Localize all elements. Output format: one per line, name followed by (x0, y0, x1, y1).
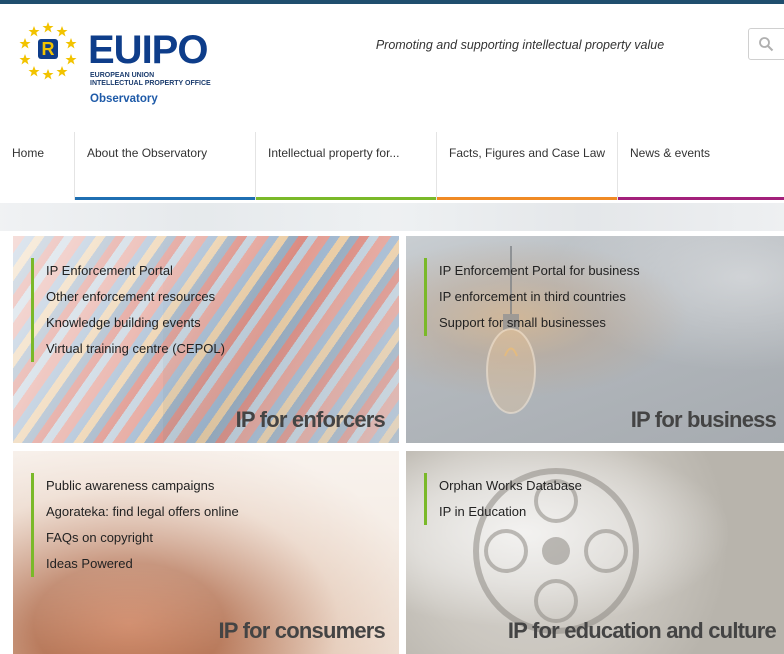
main-nav: Home About the Observatory Intellectual … (0, 132, 784, 200)
link-enforcement-portal-business[interactable]: IP Enforcement Portal for business (439, 258, 640, 284)
tile-heading[interactable]: IP for enforcers (236, 407, 386, 433)
link-other-enforcement-resources[interactable]: Other enforcement resources (46, 284, 225, 310)
tile-heading[interactable]: IP for business (631, 407, 777, 433)
nav-underline (256, 197, 436, 200)
logo-observatory: Observatory (90, 93, 158, 105)
nav-item-ip-for[interactable]: Intellectual property for... (256, 132, 437, 200)
search-button[interactable] (748, 28, 784, 60)
tile-links: Public awareness campaigns Agorateka: fi… (31, 473, 239, 577)
logo-wordmark: EUIPO (88, 28, 208, 72)
link-orphan-works-database[interactable]: Orphan Works Database (439, 473, 582, 499)
logo-subtitle-line1: EUROPEAN UNION (90, 72, 155, 79)
tile-links: IP Enforcement Portal Other enforcement … (31, 258, 225, 362)
link-agorateka[interactable]: Agorateka: find legal offers online (46, 499, 239, 525)
eu-stars-icon: R (19, 22, 77, 80)
nav-underline (618, 197, 784, 200)
tile-ip-for-education-culture[interactable]: Orphan Works Database IP in Education IP… (406, 451, 784, 654)
tile-ip-for-business[interactable]: IP Enforcement Portal for business IP en… (406, 236, 784, 443)
link-faqs-copyright[interactable]: FAQs on copyright (46, 525, 239, 551)
tile-heading[interactable]: IP for education and culture (508, 618, 777, 644)
link-ideas-powered[interactable]: Ideas Powered (46, 551, 239, 577)
nav-underline (0, 197, 74, 200)
link-public-awareness-campaigns[interactable]: Public awareness campaigns (46, 473, 239, 499)
nav-item-news[interactable]: News & events (618, 132, 784, 200)
site-tagline: Promoting and supporting intellectual pr… (375, 38, 665, 52)
link-support-small-businesses[interactable]: Support for small businesses (439, 310, 640, 336)
nav-item-home[interactable]: Home (0, 132, 75, 200)
logo-subtitle: EUROPEAN UNION INTELLECTUAL PROPERTY OFF… (90, 72, 211, 88)
link-virtual-training-centre[interactable]: Virtual training centre (CEPOL) (46, 336, 225, 362)
tile-ip-for-enforcers[interactable]: IP Enforcement Portal Other enforcement … (13, 236, 399, 443)
decorative-strip (0, 203, 784, 231)
tile-ip-for-consumers[interactable]: Public awareness campaigns Agorateka: fi… (13, 451, 399, 654)
page: R EUIPO EUROPEAN UNION INTELLECTUAL PROP… (0, 0, 784, 654)
nav-item-facts[interactable]: Facts, Figures and Case Law (437, 132, 618, 200)
svg-text:R: R (42, 39, 55, 59)
top-rule (0, 0, 784, 4)
link-ip-enforcement-portal[interactable]: IP Enforcement Portal (46, 258, 225, 284)
nav-underline (437, 197, 617, 200)
logo-subtitle-line2: INTELLECTUAL PROPERTY OFFICE (90, 80, 211, 87)
link-enforcement-third-countries[interactable]: IP enforcement in third countries (439, 284, 640, 310)
euipo-logo[interactable]: R EUIPO EUROPEAN UNION INTELLECTUAL PROP… (18, 16, 258, 105)
nav-item-label: News & events (630, 146, 711, 160)
nav-item-about[interactable]: About the Observatory (75, 132, 256, 200)
nav-item-label: About the Observatory (87, 146, 208, 160)
nav-underline (75, 197, 255, 200)
tile-heading[interactable]: IP for consumers (218, 618, 385, 644)
tile-links: Orphan Works Database IP in Education (424, 473, 582, 525)
nav-item-label: Intellectual property for... (268, 146, 400, 160)
link-ip-in-education[interactable]: IP in Education (439, 499, 582, 525)
nav-item-label: Home (12, 146, 45, 160)
tile-links: IP Enforcement Portal for business IP en… (424, 258, 640, 336)
search-icon (759, 37, 774, 52)
link-knowledge-building-events[interactable]: Knowledge building events (46, 310, 225, 336)
nav-item-label: Facts, Figures and Case Law (449, 146, 606, 160)
